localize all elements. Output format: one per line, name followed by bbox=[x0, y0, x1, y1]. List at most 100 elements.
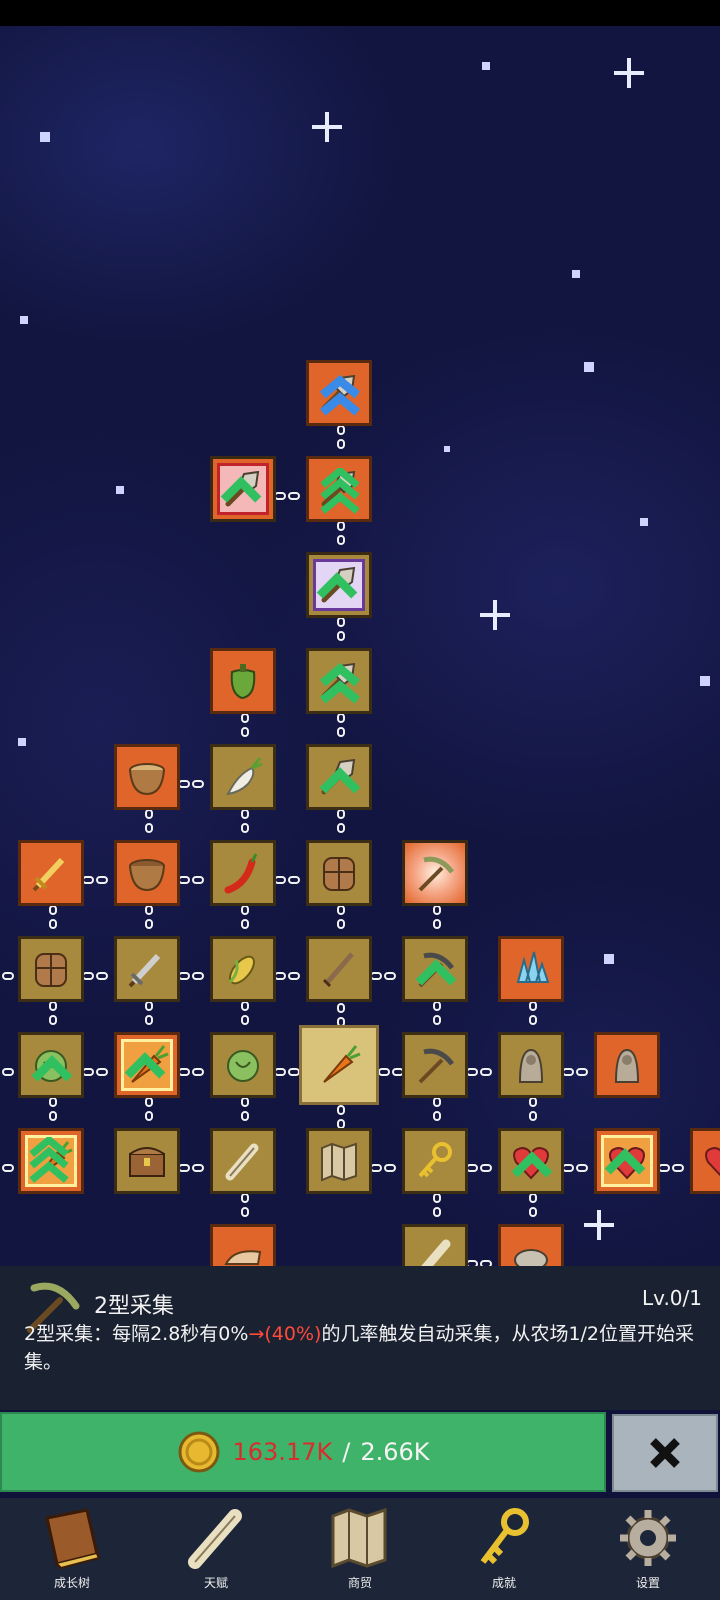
node-chest[interactable] bbox=[114, 1128, 180, 1194]
tree-link bbox=[176, 875, 206, 885]
node-key[interactable] bbox=[402, 1128, 468, 1194]
nav-growth-tree[interactable]: 成长树 bbox=[0, 1498, 144, 1600]
node-pepper[interactable] bbox=[210, 648, 276, 714]
tree-link bbox=[656, 1163, 686, 1173]
chest-icon bbox=[129, 1147, 165, 1177]
pickaxe-icon bbox=[418, 856, 454, 892]
nav-achievements[interactable]: 成就 bbox=[432, 1498, 576, 1600]
tree-link bbox=[464, 1067, 494, 1077]
node-chili[interactable] bbox=[210, 840, 276, 906]
tree-link bbox=[0, 1067, 16, 1077]
coin-icon bbox=[178, 1431, 219, 1473]
node-heart-framed[interactable] bbox=[594, 1128, 660, 1194]
statue-icon bbox=[614, 1048, 640, 1083]
backpack-icon bbox=[35, 953, 67, 987]
nav-label: 成长树 bbox=[53, 1576, 90, 1590]
node-cabbage[interactable] bbox=[18, 1032, 84, 1098]
node-statue[interactable] bbox=[498, 1032, 564, 1098]
tree-link bbox=[560, 1163, 590, 1173]
node-cabbage-2[interactable] bbox=[210, 1032, 276, 1098]
crystal-icon bbox=[516, 951, 550, 983]
node-heart-edge[interactable] bbox=[690, 1128, 720, 1194]
tree-link bbox=[336, 903, 346, 933]
tree-link bbox=[80, 971, 110, 981]
tree-link bbox=[48, 1095, 58, 1125]
tree-link bbox=[336, 807, 346, 837]
key-icon bbox=[480, 1508, 529, 1565]
node-radish[interactable] bbox=[210, 744, 276, 810]
double-arrow-green-icon bbox=[319, 663, 361, 704]
skill-info-panel: 2型采集 Lv.0/1 2型采集：每隔2.8秒有0%→(40%)的几率触发自动采… bbox=[0, 1266, 720, 1410]
close-button[interactable] bbox=[612, 1414, 718, 1492]
node-backpack[interactable] bbox=[306, 840, 372, 906]
corn-icon bbox=[228, 955, 255, 985]
cabbage-icon bbox=[227, 1050, 259, 1082]
node-shovel-top[interactable] bbox=[306, 360, 372, 426]
node-sword-orange[interactable] bbox=[18, 840, 84, 906]
tree-link bbox=[240, 711, 250, 741]
node-dagger[interactable] bbox=[306, 936, 372, 1002]
node-pickaxe-2[interactable] bbox=[402, 1032, 468, 1098]
tree-link bbox=[176, 779, 206, 789]
tree-link bbox=[336, 423, 346, 453]
chili-icon bbox=[224, 853, 258, 894]
tree-link bbox=[336, 711, 346, 741]
node-shovel-2[interactable] bbox=[306, 456, 372, 522]
node-backpack-2[interactable] bbox=[18, 936, 84, 1002]
node-statue-2[interactable] bbox=[594, 1032, 660, 1098]
node-carrot-framed[interactable] bbox=[114, 1032, 180, 1098]
arrow-green-icon bbox=[124, 1052, 166, 1079]
node-shovel-purple[interactable] bbox=[306, 552, 372, 618]
nav-label: 设置 bbox=[635, 1576, 660, 1590]
pickaxe-icon bbox=[418, 1048, 454, 1084]
skill-tree bbox=[0, 0, 720, 1290]
node-crystal[interactable] bbox=[498, 936, 564, 1002]
nav-label: 商贸 bbox=[347, 1576, 372, 1590]
nav-talent[interactable]: 天赋 bbox=[144, 1498, 288, 1600]
triple-arrow-green-icon bbox=[320, 468, 360, 514]
node-map[interactable] bbox=[306, 1128, 372, 1194]
node-sword[interactable] bbox=[114, 936, 180, 1002]
tree-link bbox=[80, 875, 110, 885]
tree-link bbox=[432, 1095, 442, 1125]
nav-label: 成就 bbox=[491, 1576, 516, 1590]
nav-trade[interactable]: 商贸 bbox=[288, 1498, 432, 1600]
nav-settings[interactable]: 设置 bbox=[576, 1498, 720, 1600]
tree-link bbox=[432, 999, 442, 1029]
tree-link bbox=[176, 971, 206, 981]
node-shovel-red[interactable] bbox=[210, 456, 276, 522]
node-pickaxe[interactable] bbox=[402, 936, 468, 1002]
backpack-icon bbox=[323, 857, 355, 891]
node-bowl[interactable] bbox=[114, 840, 180, 906]
tree-link bbox=[368, 971, 398, 981]
sword-icon bbox=[128, 953, 161, 988]
arrow-green-icon bbox=[316, 572, 358, 599]
tree-link bbox=[240, 1095, 250, 1125]
node-heart[interactable] bbox=[498, 1128, 564, 1194]
upgrade-button[interactable]: 163.17K / 2.66K bbox=[0, 1412, 606, 1492]
node-scroll[interactable] bbox=[210, 1128, 276, 1194]
tree-link bbox=[336, 519, 346, 549]
close-icon bbox=[650, 1438, 680, 1468]
tree-link bbox=[48, 903, 58, 933]
tree-link bbox=[464, 1163, 494, 1173]
bowl-icon bbox=[129, 763, 165, 796]
node-pickaxe-burst[interactable] bbox=[402, 840, 468, 906]
node-shovel-3[interactable] bbox=[306, 648, 372, 714]
node-shovel-4[interactable] bbox=[306, 744, 372, 810]
tree-link bbox=[528, 1191, 538, 1221]
double-arrow-blue-icon bbox=[319, 375, 361, 416]
node-carrot-framed-2[interactable] bbox=[18, 1128, 84, 1194]
carrot-icon bbox=[323, 1045, 361, 1083]
cost-separator: / bbox=[342, 1438, 351, 1466]
node-bowl-top[interactable] bbox=[114, 744, 180, 810]
arrow-green-icon bbox=[415, 959, 457, 986]
node-carrot-selected[interactable] bbox=[299, 1025, 379, 1105]
scroll-icon bbox=[188, 1509, 242, 1569]
gear-icon bbox=[620, 1510, 676, 1566]
node-corn[interactable] bbox=[210, 936, 276, 1002]
tree-link bbox=[528, 1095, 538, 1125]
book-icon bbox=[45, 1508, 101, 1570]
arrow-green-icon bbox=[319, 767, 361, 794]
triple-arrow-green-icon bbox=[29, 1137, 69, 1183]
